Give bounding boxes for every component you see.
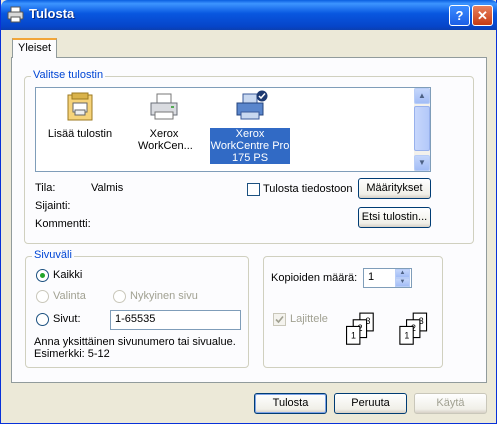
- cancel-button[interactable]: Peruuta: [334, 393, 407, 414]
- printer-item-xerox-workcentre-pro[interactable]: Xerox WorkCentre Pro 175 PS: [208, 88, 292, 168]
- apply-button-label: Käytä: [436, 397, 465, 409]
- comment-label: Kommentti:: [35, 218, 91, 230]
- default-printer-check-icon: [256, 90, 268, 102]
- printer-group-label: Valitse tulostin: [31, 69, 106, 81]
- collated-pages-icon: 3 2 1 3 2 1: [346, 312, 428, 345]
- title-bar[interactable]: Tulosta ? ✕: [1, 0, 497, 30]
- range-all-radio[interactable]: [36, 269, 49, 282]
- close-button[interactable]: ✕: [472, 5, 493, 26]
- printer-item-add[interactable]: Lisää tulostin: [38, 88, 122, 168]
- preferences-button-label: Määritykset: [366, 182, 423, 194]
- copies-up-button[interactable]: ▲: [395, 269, 410, 278]
- apply-button[interactable]: Käytä: [414, 393, 487, 414]
- copies-stepper[interactable]: ▲ ▼: [395, 269, 410, 287]
- range-current-page-radio[interactable]: [113, 290, 126, 303]
- printer-item-xerox-workcen[interactable]: Xerox WorkCen...: [122, 88, 206, 168]
- copies-label: Kopioiden määrä:: [271, 272, 358, 284]
- range-all-label[interactable]: Kaikki: [53, 269, 82, 281]
- status-value: Valmis: [91, 182, 124, 194]
- svg-text:1: 1: [351, 331, 356, 341]
- scroll-down-button[interactable]: ▼: [414, 155, 430, 171]
- scroll-thumb[interactable]: [414, 106, 430, 151]
- window-title: Tulosta: [29, 6, 75, 21]
- pages-input[interactable]: 1-65535: [110, 310, 241, 330]
- tab-general-label: Yleiset: [18, 42, 52, 54]
- range-current-page-label[interactable]: Nykyinen sivu: [130, 290, 198, 302]
- printer-icon: [150, 93, 178, 120]
- printer-list[interactable]: Lisää tulostin Xerox WorkCen... Xerox Wo…: [35, 87, 431, 172]
- checkmark-icon: [275, 315, 284, 324]
- help-button[interactable]: ?: [449, 5, 470, 26]
- copies-input-value: 1: [368, 271, 375, 283]
- svg-text:1: 1: [404, 331, 409, 341]
- range-selection-label[interactable]: Valinta: [53, 290, 86, 302]
- cancel-button-label: Peruuta: [351, 397, 390, 409]
- pages-input-value: 1-65535: [115, 313, 156, 325]
- range-pages-radio[interactable]: [36, 313, 49, 326]
- print-to-file-label[interactable]: Tulosta tiedostoon: [263, 183, 352, 195]
- range-pages-label[interactable]: Sivut:: [53, 313, 81, 325]
- collate-checkbox[interactable]: [273, 313, 286, 326]
- range-selection-radio[interactable]: [36, 290, 49, 303]
- scroll-up-button[interactable]: ▲: [414, 88, 430, 104]
- print-button[interactable]: Tulosta: [254, 393, 327, 414]
- range-hint-line2: Esimerkki: 5-12: [34, 348, 110, 360]
- printer-item-label: Lisää tulostin: [47, 128, 113, 140]
- add-printer-wizard-icon: [67, 92, 93, 121]
- printer-item-label: Xerox WorkCentre Pro 175 PS: [210, 128, 290, 164]
- printer-list-scrollbar[interactable]: ▲ ▼: [414, 88, 430, 171]
- location-label: Sijainti:: [35, 200, 71, 212]
- printer-icon: [7, 6, 24, 23]
- printer-item-label: Xerox WorkCen...: [138, 128, 193, 152]
- find-printer-button-label: Etsi tulostin...: [361, 211, 428, 223]
- print-to-file-checkbox[interactable]: [247, 183, 260, 196]
- print-dialog: Tulosta ? ✕ Yleiset Valitse tulostin Lis…: [0, 0, 497, 424]
- collate-label[interactable]: Lajittele: [290, 313, 328, 325]
- tab-general[interactable]: Yleiset: [12, 38, 57, 58]
- find-printer-button[interactable]: Etsi tulostin...: [358, 207, 431, 228]
- range-hint-line1: Anna yksittäinen sivunumero tai sivualue…: [34, 336, 236, 348]
- status-label: Tila:: [35, 182, 56, 194]
- print-button-label: Tulosta: [272, 397, 309, 409]
- preferences-button[interactable]: Määritykset: [358, 178, 431, 199]
- copies-down-button[interactable]: ▼: [395, 278, 410, 287]
- page-range-group-label: Sivuväli: [32, 249, 74, 261]
